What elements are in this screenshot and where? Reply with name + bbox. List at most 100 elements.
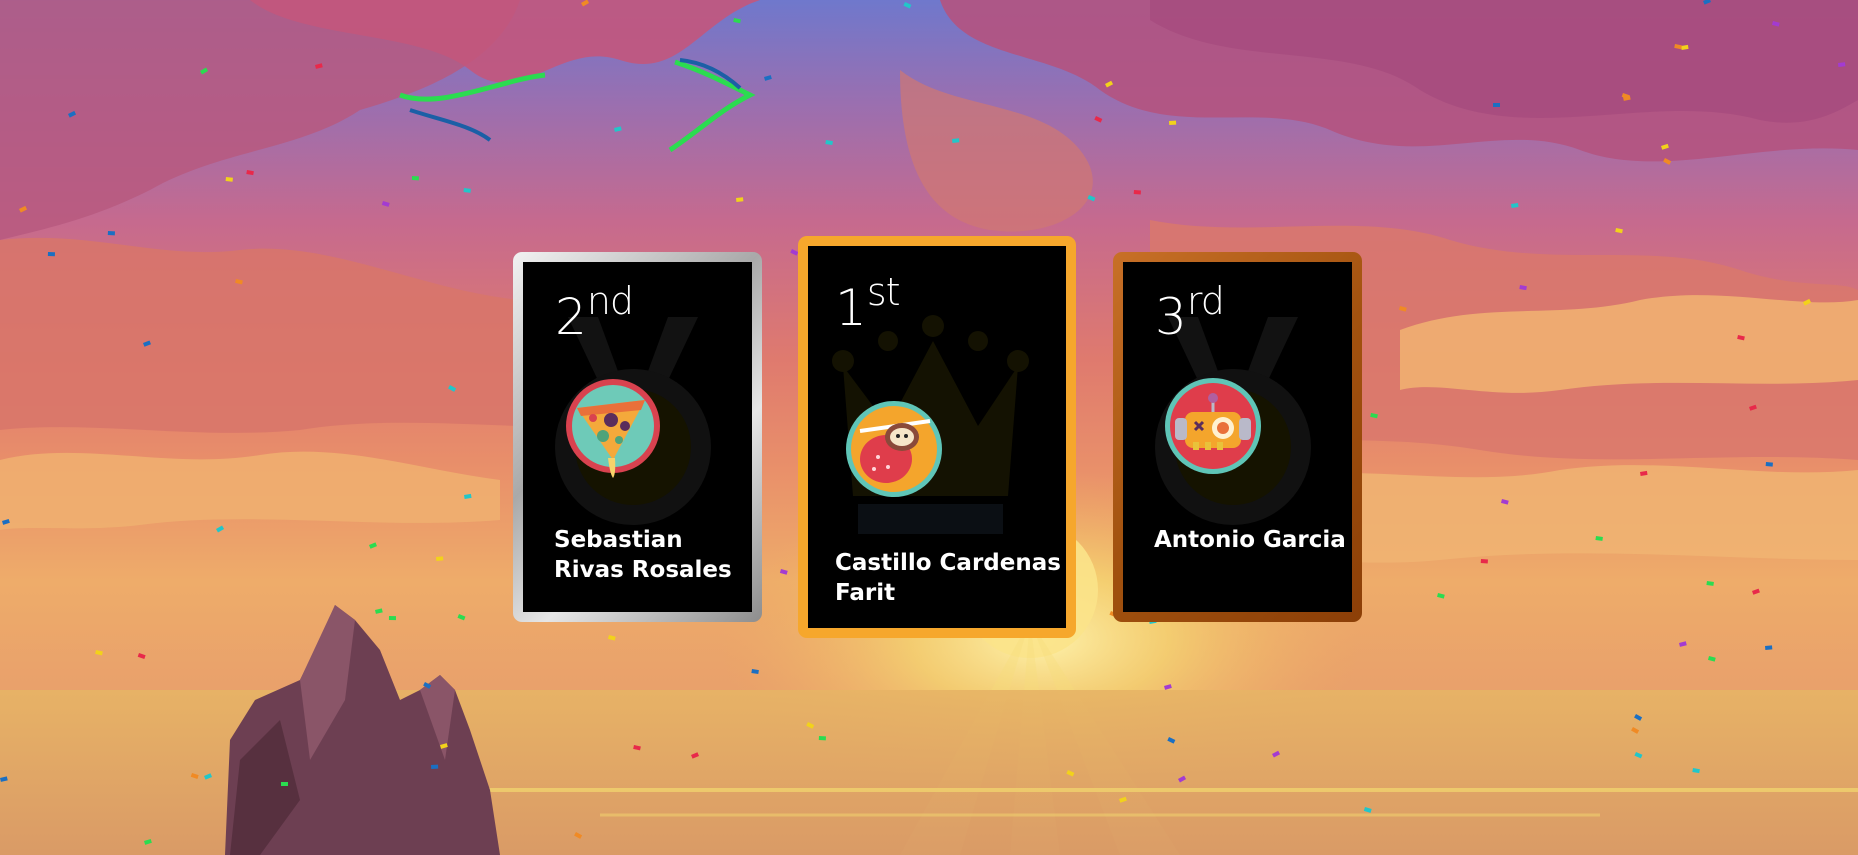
confetti-piece [1634,713,1643,721]
confetti-piece [2,518,10,525]
confetti-piece [448,385,457,392]
confetti-piece [1702,0,1712,5]
confetti-piece [225,176,233,182]
confetti-piece [1752,588,1760,595]
rank-label-second: 2nd [555,279,634,346]
confetti-piece [1803,298,1812,306]
confetti-piece [574,832,583,839]
confetti-piece [1510,203,1519,208]
confetti-piece [95,650,103,656]
confetti-piece [68,110,77,118]
confetti-piece [1105,80,1114,88]
confetti-piece [1679,641,1687,647]
confetti-piece [142,340,151,347]
confetti-piece [1087,195,1096,202]
confetti-piece [1169,120,1177,125]
confetti-piece [1737,334,1745,341]
confetti-piece [1133,190,1141,195]
confetti-piece [952,138,960,143]
confetti-piece [246,170,254,176]
confetti-piece [1838,62,1846,67]
player-name-second: Sebastian Rivas Rosales [554,527,732,583]
confetti-piece [806,722,815,729]
confetti-piece [1370,412,1378,419]
confetti-piece [903,1,912,9]
confetti-piece [1749,404,1757,411]
confetti-piece [235,279,243,285]
rank-suffix: rd [1186,279,1225,323]
confetti-piece [1615,228,1623,234]
confetti-piece [1272,750,1281,758]
confetti-piece [633,745,641,751]
confetti-piece [204,773,213,780]
confetti-piece [1437,592,1445,599]
rank-label-first: 1st [835,273,901,337]
confetti-piece [1066,769,1075,777]
confetti-piece [190,773,199,779]
confetti-piece [1663,158,1672,165]
confetti-piece [143,838,152,845]
confetti-piece [1500,498,1509,505]
rank-number: 2 [555,288,587,346]
confetti-piece [1674,43,1682,50]
confetti-piece [457,614,466,621]
confetti-piece [1493,103,1500,107]
confetti-piece [733,17,741,24]
confetti-piece [1771,21,1780,27]
confetti-piece [825,140,833,146]
confetti-piece [216,525,225,533]
confetti-piece [607,635,616,641]
podium-card-third: 3rd Antonio Garcia [1113,252,1362,622]
confetti-piece [1681,44,1689,50]
confetti-piece [1398,306,1407,312]
confetti-piece [1119,796,1127,803]
confetti-piece [1692,768,1700,774]
confetti-piece [1661,143,1669,150]
confetti-piece [315,63,323,69]
robot-icon [1165,378,1261,474]
confetti-piece [423,681,432,689]
confetti-piece [1634,752,1643,759]
confetti-piece [1706,581,1714,586]
rank-label-third: 3rd [1155,279,1225,342]
confetti-piece [1519,284,1527,291]
confetti-piece [19,205,28,213]
confetti-piece [47,252,55,257]
confetti-piece [690,752,700,759]
confetti-piece [0,776,8,782]
confetti-piece [751,669,759,675]
confetti-piece [581,0,590,7]
confetti-piece [439,743,448,749]
confetti-piece [1595,536,1603,541]
confetti-piece [411,176,419,181]
confetti-piece [1631,727,1640,734]
confetti-piece [1480,559,1488,564]
confetti-piece [463,188,471,193]
rank-number: 1 [835,279,867,337]
player-name-first: Castillo Cardenas Farit [835,550,1061,606]
confetti-piece [431,764,439,769]
confetti-piece [436,556,444,561]
podium-card-first: 1st Castillo Cardenas Farit [798,236,1076,638]
confetti-piece [381,201,390,207]
rank-suffix: nd [586,279,634,323]
confetti-piece [137,653,146,660]
confetti-piece [614,126,622,132]
confetti-piece [375,608,383,614]
podium-card-second: 2nd Sebastian Rivas Rosales [513,252,762,622]
confetti-piece [1363,807,1372,813]
confetti-piece [1178,775,1187,783]
confetti-piece [736,197,744,202]
confetti-piece [1707,656,1716,662]
confetti-piece [1765,462,1773,467]
confetti-piece [1094,115,1103,123]
confetti-piece [281,782,288,786]
confetti-piece [464,493,472,499]
player-name-third: Antonio Garcia [1154,527,1346,553]
pizza-icon [566,379,660,478]
confetti-piece [818,736,826,741]
confetti-piece [1765,645,1773,650]
confetti-piece [1167,737,1176,744]
confetti-piece [764,75,772,81]
sloth-icon [846,401,942,497]
